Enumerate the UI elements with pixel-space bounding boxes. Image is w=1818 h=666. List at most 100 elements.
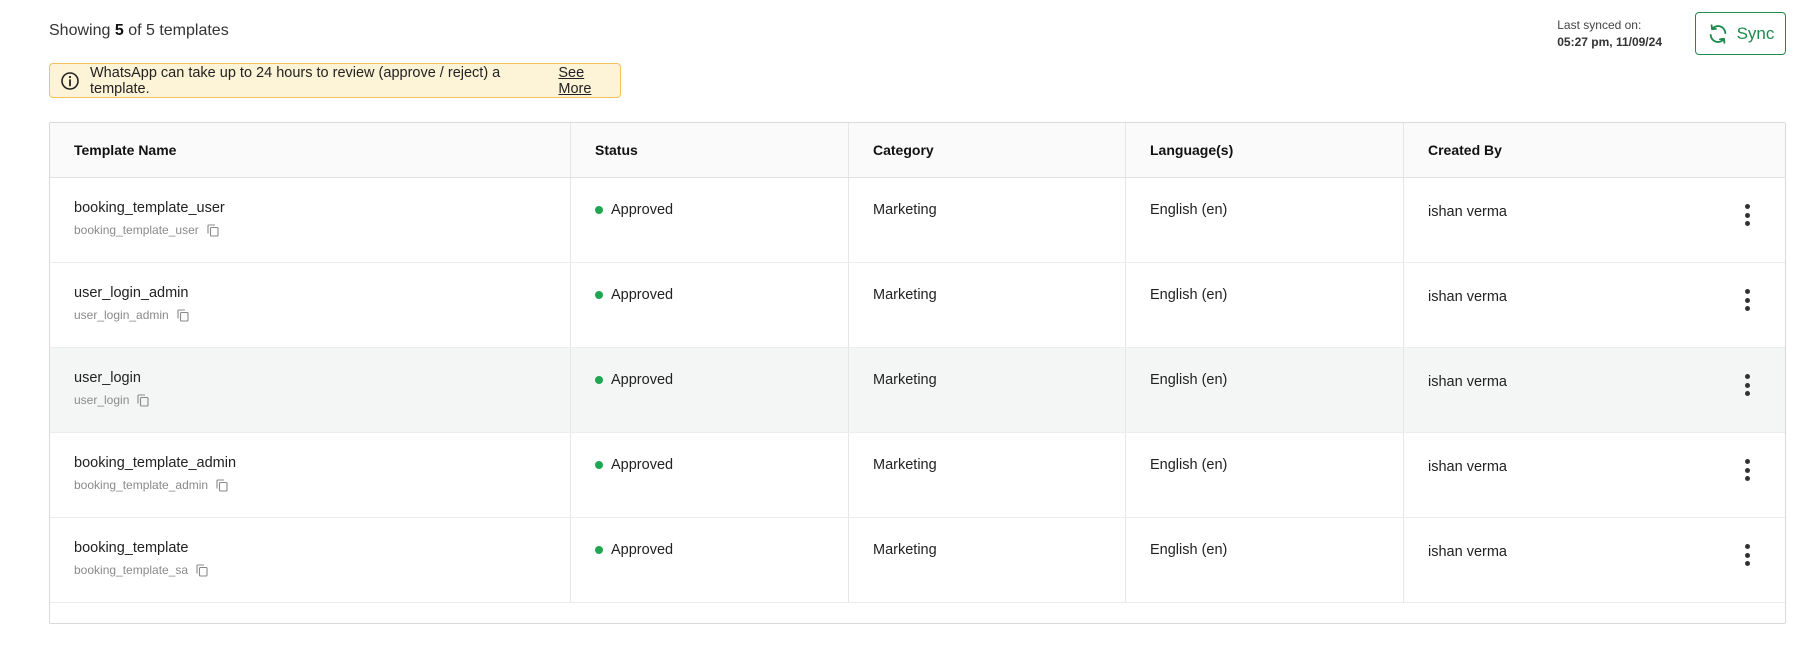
copy-icon[interactable] — [137, 393, 149, 407]
table-row[interactable]: user_login_admin user_login_admin Approv… — [50, 263, 1785, 348]
showing-suffix: of 5 templates — [128, 22, 229, 39]
more-options-icon[interactable] — [1737, 200, 1757, 230]
copy-icon[interactable] — [207, 223, 219, 237]
template-name: booking_template — [74, 540, 189, 556]
more-options-icon[interactable] — [1737, 285, 1757, 315]
created-by-label: ishan verma — [1428, 374, 1507, 390]
last-synced-label: Last synced on: — [1557, 18, 1642, 32]
sync-button-label: Sync — [1736, 23, 1775, 43]
alert-text: WhatsApp can take up to 24 hours to revi… — [90, 64, 501, 97]
category-label: Marketing — [873, 542, 937, 558]
category-cell: Marketing — [849, 178, 1126, 262]
created-by-cell: ishan verma — [1404, 433, 1785, 517]
refresh-icon — [1707, 23, 1729, 45]
template-id: booking_template_sa — [74, 563, 189, 577]
created-by-label: ishan verma — [1428, 204, 1507, 220]
showing-count: 5 — [114, 22, 124, 39]
table-row[interactable]: booking_template_user booking_template_u… — [50, 178, 1785, 263]
status-label: Approved — [611, 372, 674, 388]
status-dot-icon — [595, 546, 603, 554]
status-cell: Approved — [571, 433, 849, 517]
template-id-line: booking_template_admin — [74, 478, 570, 492]
language-label: English (en) — [1150, 287, 1228, 303]
see-more-link[interactable]: See More — [558, 65, 620, 97]
language-label: English (en) — [1150, 542, 1228, 558]
table-row[interactable]: booking_template_admin booking_template_… — [50, 433, 1785, 518]
template-id-line: user_login — [74, 393, 570, 407]
template-name-cell: user_login_admin user_login_admin — [50, 263, 571, 347]
sync-button[interactable]: Sync — [1695, 12, 1786, 55]
created-by-cell: ishan verma — [1404, 178, 1785, 262]
template-name-cell: user_login user_login — [50, 348, 571, 432]
status-cell: Approved — [571, 178, 849, 262]
template-id-line: booking_template_sa — [74, 563, 570, 577]
language-cell: English (en) — [1126, 348, 1404, 432]
created-by-cell: ishan verma — [1404, 348, 1785, 432]
language-label: English (en) — [1150, 202, 1228, 218]
template-id-line: booking_template_user — [74, 223, 570, 237]
more-options-icon[interactable] — [1737, 540, 1757, 570]
created-by-label: ishan verma — [1428, 289, 1507, 305]
table-header: Template Name Status Category Language(s… — [50, 123, 1785, 178]
template-name: user_login — [74, 370, 141, 386]
showing-prefix: Showing — [49, 22, 111, 39]
table-body: booking_template_user booking_template_u… — [50, 178, 1785, 603]
template-id-line: user_login_admin — [74, 308, 570, 322]
template-name: booking_template_admin — [74, 455, 237, 471]
language-cell: English (en) — [1126, 518, 1404, 602]
copy-icon[interactable] — [216, 478, 228, 492]
column-header-languages[interactable]: Language(s) — [1126, 123, 1404, 177]
table-row[interactable]: booking_template booking_template_sa App… — [50, 518, 1785, 603]
results-count: Showing 5 of 5 templates — [49, 22, 229, 40]
column-header-created-by[interactable]: Created By — [1404, 123, 1785, 177]
template-name: booking_template_user — [74, 200, 225, 216]
table-row[interactable]: user_login user_login Approved Marketing — [50, 348, 1785, 433]
template-id: booking_template_user — [74, 223, 199, 237]
template-name-cell: booking_template_admin booking_template_… — [50, 433, 571, 517]
category-label: Marketing — [873, 287, 937, 303]
more-options-icon[interactable] — [1737, 455, 1757, 485]
review-info-alert: WhatsApp can take up to 24 hours to revi… — [49, 63, 621, 98]
created-by-cell: ishan verma — [1404, 518, 1785, 602]
status-label: Approved — [611, 457, 674, 473]
last-synced-timestamp: 05:27 pm, 11/09/24 — [1557, 35, 1662, 49]
column-header-template-name[interactable]: Template Name — [50, 123, 571, 177]
status-cell: Approved — [571, 263, 849, 347]
language-cell: English (en) — [1126, 178, 1404, 262]
category-label: Marketing — [873, 457, 937, 473]
language-cell: English (en) — [1126, 263, 1404, 347]
status-label: Approved — [611, 202, 674, 218]
status-label: Approved — [611, 287, 674, 303]
status-cell: Approved — [571, 518, 849, 602]
language-label: English (en) — [1150, 372, 1228, 388]
column-header-status[interactable]: Status — [571, 123, 849, 177]
template-id: user_login_admin — [74, 308, 169, 322]
created-by-label: ishan verma — [1428, 544, 1507, 560]
template-name-cell: booking_template_user booking_template_u… — [50, 178, 571, 262]
template-id: user_login — [74, 393, 130, 407]
category-label: Marketing — [873, 202, 937, 218]
copy-icon[interactable] — [177, 308, 189, 322]
category-cell: Marketing — [849, 433, 1126, 517]
created-by-cell: ishan verma — [1404, 263, 1785, 347]
more-options-icon[interactable] — [1737, 370, 1757, 400]
category-cell: Marketing — [849, 263, 1126, 347]
created-by-label: ishan verma — [1428, 459, 1507, 475]
template-id: booking_template_admin — [74, 478, 209, 492]
column-header-category[interactable]: Category — [849, 123, 1126, 177]
status-dot-icon — [595, 206, 603, 214]
template-name-cell: booking_template booking_template_sa — [50, 518, 571, 602]
category-cell: Marketing — [849, 518, 1126, 602]
template-name: user_login_admin — [74, 285, 189, 301]
templates-table: Template Name Status Category Language(s… — [49, 122, 1786, 624]
copy-icon[interactable] — [196, 563, 208, 577]
language-cell: English (en) — [1126, 433, 1404, 517]
language-label: English (en) — [1150, 457, 1228, 473]
status-dot-icon — [595, 376, 603, 384]
info-icon — [60, 71, 80, 91]
status-label: Approved — [611, 542, 674, 558]
status-dot-icon — [595, 291, 603, 299]
status-dot-icon — [595, 461, 603, 469]
category-label: Marketing — [873, 372, 937, 388]
status-cell: Approved — [571, 348, 849, 432]
